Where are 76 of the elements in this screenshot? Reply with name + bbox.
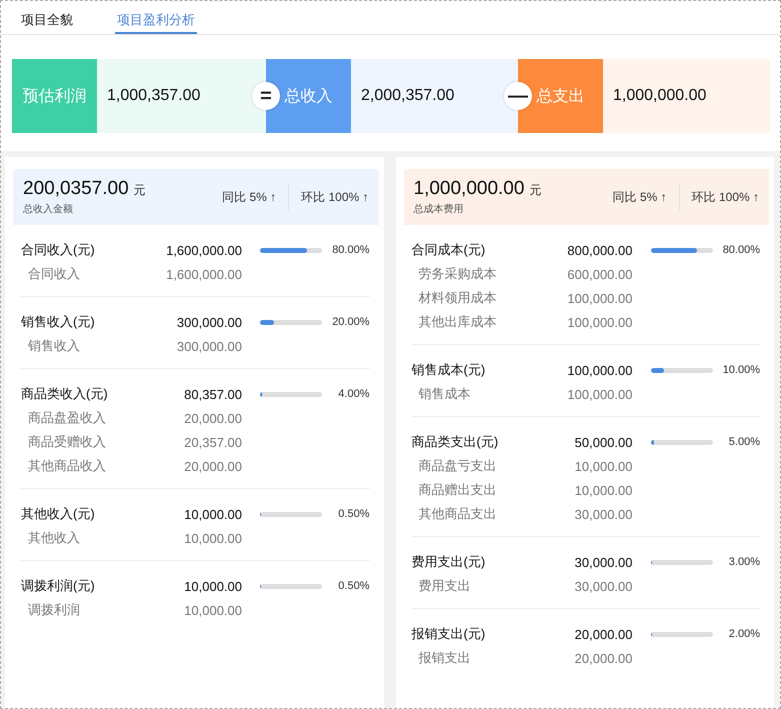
- item-name: 费用支出: [418, 577, 472, 595]
- tab[interactable]: 项目全貌: [19, 1, 75, 34]
- category-amount: 10,000.00: [183, 578, 242, 594]
- item-name: 其他出库成本: [418, 313, 498, 331]
- yoy-stat: 同比 5% ↑: [612, 188, 667, 206]
- category-title: 合同成本(元): [412, 241, 486, 259]
- share-percent: 80.00%: [331, 244, 370, 256]
- category-amount: 30,000.00: [574, 554, 632, 570]
- item-amount: 100,000.00: [566, 290, 632, 306]
- item-name: 报销支出: [418, 649, 472, 667]
- item-amount: 100,000.00: [566, 386, 632, 402]
- item-name: 合同收入: [27, 265, 81, 283]
- mom-stat: 环比 100% ↑: [301, 188, 368, 206]
- category-amount: 80,357.00: [183, 386, 242, 402]
- item-amount: 20,357.00: [183, 434, 242, 450]
- category-title: 合同收入(元): [21, 241, 96, 259]
- category-title: 商品类支出(元): [412, 433, 500, 451]
- share-percent: 20.00%: [331, 316, 370, 328]
- item-name: 销售成本: [418, 385, 472, 403]
- category-title: 其他收入(元): [21, 505, 96, 523]
- item-amount: 100,000.00: [566, 314, 632, 330]
- item-amount: 20,000.00: [574, 650, 632, 666]
- category-title: 销售收入(元): [21, 313, 96, 331]
- unit-label: 元: [529, 182, 542, 199]
- item-name: 商品受赠收入: [27, 433, 107, 451]
- item-name: 其他商品收入: [27, 457, 107, 475]
- item-amount: 10,000.00: [183, 602, 242, 618]
- item-name: 商品赠出支出: [418, 481, 498, 499]
- share-percent: 4.00%: [337, 388, 370, 400]
- category-title: 调拨利润(元): [21, 577, 96, 595]
- item-amount: 10,000.00: [574, 482, 632, 498]
- category-title: 报销支出(元): [412, 625, 486, 643]
- category-title: 费用支出(元): [412, 553, 486, 571]
- category-title: 销售成本(元): [412, 361, 486, 379]
- item-amount: 20,000.00: [183, 458, 242, 474]
- category-amount: 1,600,000.00: [165, 242, 242, 258]
- share-percent: 80.00%: [722, 244, 760, 256]
- unit-label: 元: [134, 182, 146, 199]
- item-name: 销售收入: [27, 337, 81, 355]
- category-amount: 800,000.00: [566, 242, 632, 258]
- item-name: 商品盘盈收入: [27, 409, 107, 427]
- share-percent: 0.50%: [337, 508, 370, 520]
- item-name: 其他收入: [27, 529, 81, 547]
- item-amount: 600,000.00: [566, 266, 632, 282]
- item-name: 商品盘亏支出: [418, 457, 498, 475]
- category-amount: 20,000.00: [574, 626, 632, 642]
- mom-stat: 环比 100% ↑: [692, 188, 759, 206]
- item-name: 材料领用成本: [418, 289, 498, 307]
- term-value: 1,000,000.00: [603, 59, 770, 133]
- total-caption: 总成本费用: [414, 202, 464, 216]
- item-amount: 10,000.00: [574, 458, 632, 474]
- share-percent: 0.50%: [337, 580, 370, 592]
- item-name: 调拨利润: [27, 601, 81, 619]
- item-name: 其他商品支出: [418, 505, 498, 523]
- term-label: 预估利润: [12, 59, 97, 133]
- total-amount: 1,000,000.00: [414, 178, 524, 200]
- tab[interactable]: 项目盈利分析: [115, 1, 197, 34]
- category-amount: 10,000.00: [183, 506, 242, 522]
- yoy-stat: 同比 5% ↑: [222, 188, 276, 206]
- item-amount: 30,000.00: [574, 506, 632, 522]
- share-percent: 5.00%: [728, 436, 760, 448]
- item-amount: 1,600,000.00: [165, 266, 242, 282]
- item-name: 劳务采购成本: [418, 265, 498, 283]
- total-caption: 总收入金额: [23, 202, 74, 216]
- share-percent: 10.00%: [722, 364, 760, 376]
- share-percent: 3.00%: [728, 556, 760, 568]
- item-amount: 20,000.00: [183, 410, 242, 426]
- item-amount: 300,000.00: [176, 338, 242, 354]
- total-amount: 200,0357.00: [23, 178, 129, 200]
- category-amount: 300,000.00: [176, 314, 242, 330]
- category-amount: 100,000.00: [566, 362, 632, 378]
- item-amount: 30,000.00: [574, 578, 632, 594]
- category-title: 商品类收入(元): [21, 385, 109, 403]
- category-amount: 50,000.00: [574, 434, 632, 450]
- item-amount: 10,000.00: [183, 530, 242, 546]
- share-percent: 2.00%: [728, 628, 760, 640]
